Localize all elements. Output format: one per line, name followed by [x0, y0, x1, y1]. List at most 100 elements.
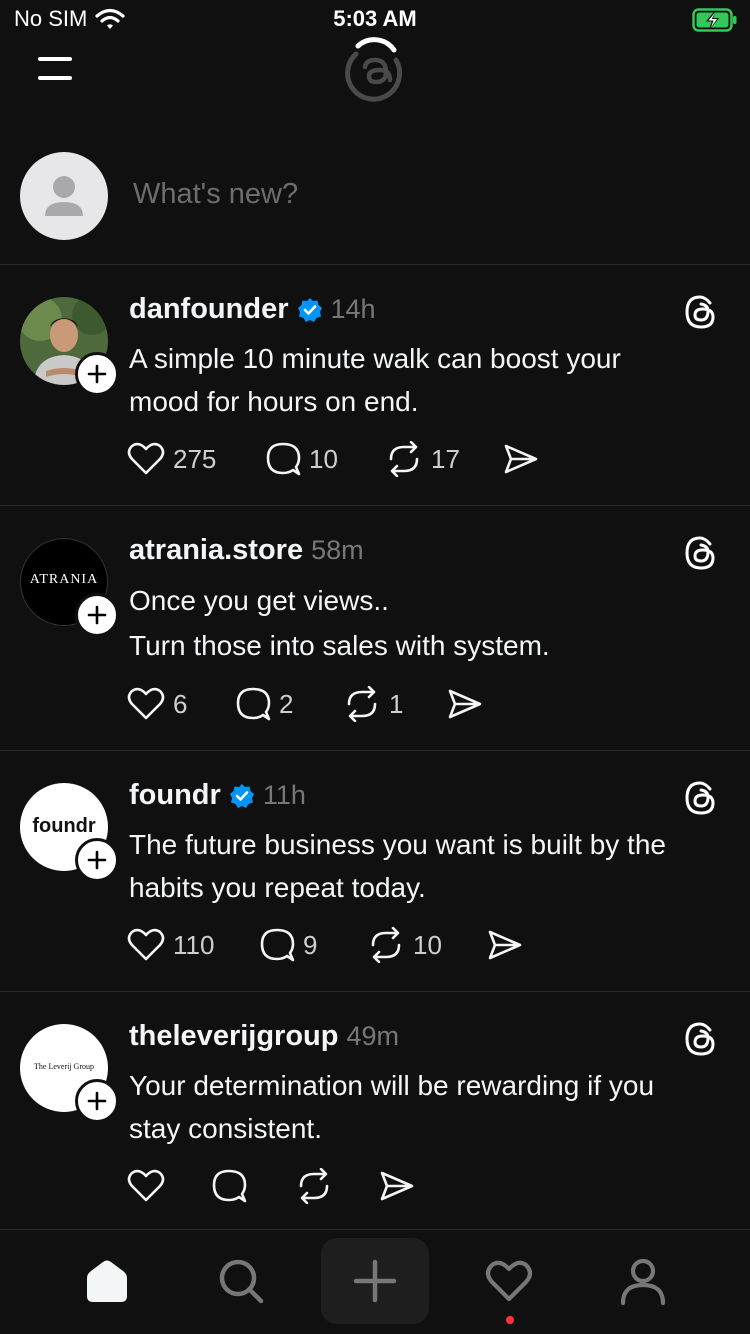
reply-button[interactable] — [211, 1168, 295, 1204]
home-icon — [87, 1260, 127, 1302]
post-line: habits you repeat today. — [129, 872, 426, 903]
like-button[interactable] — [127, 1169, 211, 1203]
threads-icon[interactable] — [684, 1022, 718, 1056]
post-theleverijgroup[interactable]: The Leverij Group theleverijgroup 49m Yo… — [0, 992, 750, 1233]
repost-count: 1 — [389, 688, 404, 719]
tab-profile[interactable] — [593, 1238, 693, 1324]
avatar-logo-text: ATRANIA — [29, 572, 99, 587]
post-avatar[interactable]: foundr — [20, 783, 119, 882]
heart-icon — [127, 687, 165, 720]
reply-count: 10 — [309, 443, 338, 474]
share-icon — [448, 689, 482, 719]
post-header: atrania.store 58m — [129, 534, 364, 567]
post-line: Turn those into sales with system. — [129, 630, 550, 661]
post-username[interactable]: foundr — [129, 779, 221, 812]
share-button[interactable] — [447, 688, 483, 720]
threads-icon[interactable] — [684, 536, 718, 570]
follow-button[interactable] — [75, 1079, 119, 1123]
post-username[interactable]: danfounder — [129, 293, 289, 326]
reply-button[interactable]: 10 — [265, 441, 385, 477]
post-line: stay consistent. — [129, 1113, 322, 1144]
post-actions: 6 2 1 — [127, 686, 483, 722]
verified-badge-icon — [297, 297, 322, 322]
post-danfounder[interactable]: danfounder 14h A simple 10 minute walk c… — [0, 265, 750, 506]
post-avatar[interactable] — [20, 297, 119, 396]
repost-count: 10 — [413, 929, 442, 960]
post-time: 11h — [262, 780, 306, 810]
post-text: Once you get views.. Turn those into sal… — [129, 578, 729, 668]
heart-icon — [127, 1169, 165, 1202]
bottom-tab-bar — [0, 1229, 750, 1334]
share-icon — [488, 930, 522, 960]
repost-count: 17 — [431, 443, 460, 474]
default-avatar-icon — [45, 176, 83, 216]
notification-dot — [506, 1316, 514, 1324]
post-username[interactable]: theleverijgroup — [129, 1020, 339, 1053]
search-icon — [219, 1259, 264, 1304]
post-line: mood for hours on end. — [129, 386, 419, 417]
post-header: foundr 11h — [129, 779, 306, 812]
avatar-logo-text: The Leverij Group — [34, 1062, 94, 1071]
battery-charging-icon — [692, 8, 738, 37]
post-line: A simple 10 minute walk can boost your — [129, 343, 621, 374]
post-text: The future business you want is built by… — [129, 823, 729, 909]
profile-icon — [620, 1258, 666, 1305]
composer-input[interactable]: What's new? — [133, 178, 298, 211]
post-header: danfounder 14h — [129, 293, 376, 326]
repost-button[interactable]: 10 — [367, 927, 487, 963]
post-time: 58m — [311, 535, 364, 565]
activity-heart-icon — [485, 1260, 533, 1302]
reply-count: 9 — [303, 929, 318, 960]
reply-button[interactable]: 2 — [235, 686, 343, 722]
repost-button[interactable] — [295, 1168, 379, 1204]
like-count: 275 — [173, 443, 217, 474]
post-atrania-store[interactable]: ATRANIA atrania.store 58m Once you get v… — [0, 506, 750, 751]
share-button[interactable] — [503, 443, 539, 475]
comment-icon — [212, 1169, 247, 1203]
heart-icon — [127, 928, 165, 961]
share-button[interactable] — [379, 1170, 415, 1202]
comment-icon — [266, 442, 301, 476]
like-count: 6 — [173, 688, 188, 719]
like-button[interactable]: 6 — [127, 687, 235, 721]
menu-icon[interactable] — [36, 52, 76, 86]
like-count: 110 — [173, 929, 215, 960]
repost-button[interactable]: 17 — [385, 441, 503, 477]
repost-icon — [299, 1168, 329, 1204]
threads-icon[interactable] — [684, 781, 718, 815]
tab-search[interactable] — [191, 1238, 291, 1324]
tab-activity[interactable] — [459, 1238, 559, 1324]
threads-logo-icon[interactable] — [342, 34, 408, 104]
repost-icon — [371, 927, 401, 963]
plus-icon — [353, 1259, 397, 1303]
post-foundr[interactable]: foundr foundr 11h The future business yo… — [0, 751, 750, 992]
post-header: theleverijgroup 49m — [129, 1020, 399, 1053]
follow-button[interactable] — [75, 593, 119, 637]
reply-button[interactable]: 9 — [259, 927, 367, 963]
composer-avatar — [20, 152, 108, 240]
post-text: Your determination will be rewarding if … — [129, 1064, 729, 1150]
like-button[interactable]: 110 — [127, 928, 259, 962]
threads-icon[interactable] — [684, 295, 718, 329]
like-button[interactable]: 275 — [127, 442, 265, 476]
post-username[interactable]: atrania.store — [129, 534, 303, 567]
follow-button[interactable] — [75, 838, 119, 882]
tab-home[interactable] — [57, 1238, 157, 1324]
tab-new-thread[interactable] — [321, 1238, 429, 1324]
composer[interactable]: What's new? — [0, 152, 750, 265]
repost-button[interactable]: 1 — [343, 686, 447, 722]
share-icon — [380, 1171, 414, 1201]
post-time: 14h — [330, 294, 376, 324]
post-actions — [127, 1168, 415, 1204]
comment-icon — [260, 928, 295, 962]
post-line: The future business you want is built by… — [129, 829, 666, 860]
reply-count: 2 — [279, 688, 294, 719]
post-line: Once you get views.. — [129, 585, 389, 616]
share-button[interactable] — [487, 929, 523, 961]
post-avatar[interactable]: ATRANIA — [20, 538, 119, 637]
avatar-logo-text: foundr — [32, 815, 96, 837]
plus-icon — [87, 1091, 107, 1111]
follow-button[interactable] — [75, 352, 119, 396]
top-bar — [0, 37, 750, 110]
post-avatar[interactable]: The Leverij Group — [20, 1024, 119, 1123]
